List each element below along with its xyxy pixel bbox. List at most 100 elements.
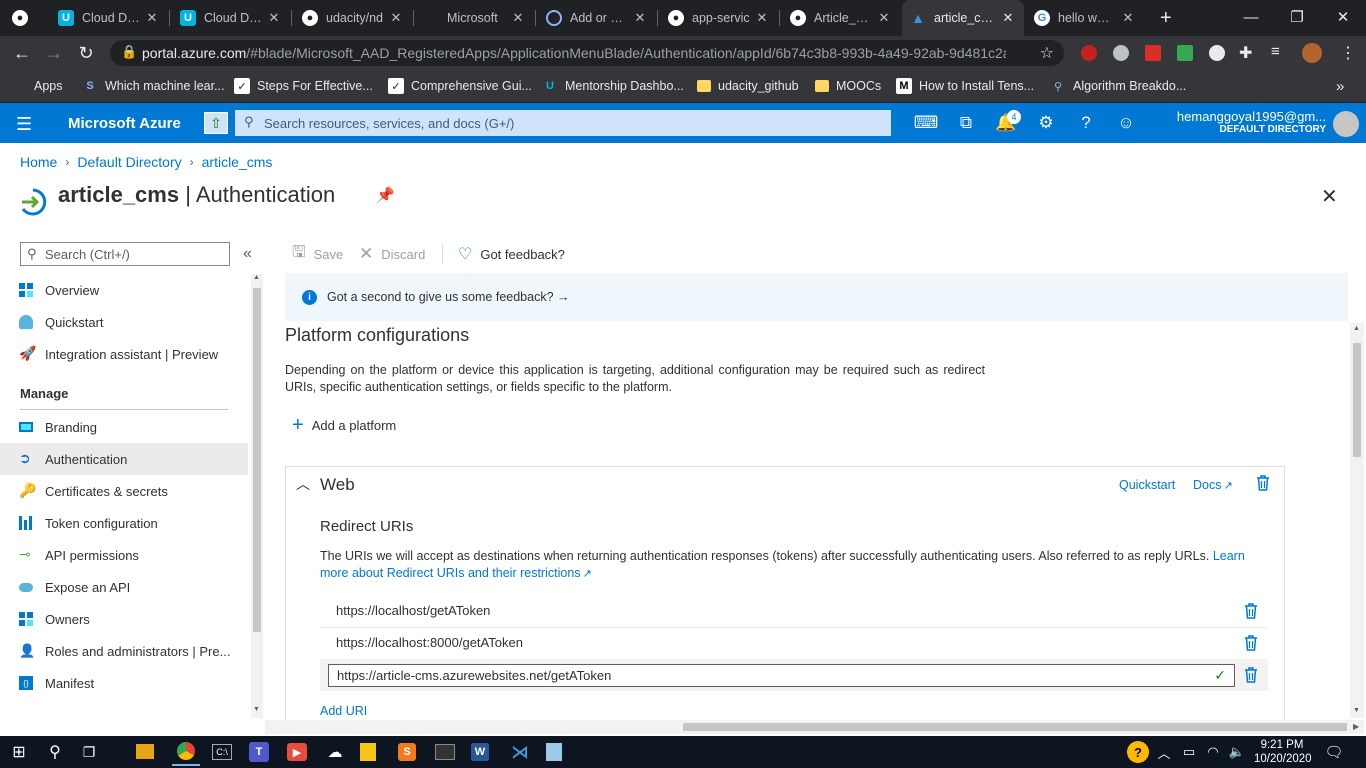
restore-icon[interactable]: ❐ [1274,0,1320,34]
vscode-icon[interactable]: ⋊ [508,740,532,764]
content-horizontal-scrollbar[interactable]: ▶ [265,720,1364,734]
nav-item-roles-administrators[interactable]: 👤 Roles and administrators | Pre... [0,635,248,667]
sublime-text-icon[interactable]: S [398,743,416,761]
tab-close-icon[interactable]: ✕ [388,10,404,26]
nav-item-branding[interactable]: Branding [0,411,248,443]
help-icon[interactable]: ? [1074,111,1098,135]
battery-icon[interactable]: ▭ [1177,740,1201,764]
scroll-down-arrow-icon[interactable]: ▼ [253,706,260,713]
hamburger-menu-icon[interactable]: ☰ [16,114,32,135]
pdf-extension-icon[interactable] [1145,45,1161,61]
back-arrow-icon[interactable]: ← [9,41,35,65]
sticky-notes-icon[interactable] [360,743,376,761]
reload-icon[interactable]: ↻ [73,41,99,65]
browser-tab-active[interactable]: ▲ article_cms ✕ [902,0,1024,36]
browser-tab[interactable]: Microsoft ✕ [416,0,534,36]
cloud-shell-icon[interactable]: ⌨ [914,111,939,135]
new-tab-plus-icon[interactable]: + [1152,0,1178,36]
nav-item-certificates[interactable]: 🔑 Certificates & secrets [0,475,248,507]
nav-item-token-configuration[interactable]: Token configuration [0,507,248,539]
profile-avatar[interactable] [1302,43,1322,63]
feedback-smile-icon[interactable]: ☺ [1114,111,1138,135]
nav-item-quickstart[interactable]: Quickstart [0,306,248,338]
browser-tab[interactable]: G hello world ✕ [1026,0,1144,36]
bookmark-folder[interactable]: MOOCs [815,76,881,96]
docs-link[interactable]: Docs ↗ [1193,478,1233,492]
save-button[interactable]: 🖫 Save [292,244,343,264]
nav-item-manifest[interactable]: {} Manifest [0,667,248,699]
bookmark-folder[interactable]: udacity_github [697,76,799,96]
file-explorer-icon[interactable] [136,744,154,759]
close-blade-icon[interactable]: ✕ [1321,184,1338,209]
chrome-menu-icon[interactable]: ⋮ [1340,43,1356,63]
app-icon[interactable]: ☁ [323,740,347,764]
redirect-uri-row[interactable]: https://localhost:8000/getAToken [336,635,523,650]
nav-item-expose-api[interactable]: Expose an API [0,571,248,603]
delete-uri-trash-icon[interactable] [1244,635,1258,651]
tab-close-icon[interactable]: ✕ [144,10,160,26]
feedback-banner[interactable]: i Got a second to give us some feedback?… [285,273,1348,321]
settings-gear-icon[interactable]: ⚙ [1034,111,1058,135]
quickstart-link[interactable]: Quickstart [1119,478,1175,492]
extension-block-icon[interactable] [1081,45,1097,61]
nav-item-api-permissions[interactable]: ⊸ API permissions [0,539,248,571]
help-tray-icon[interactable]: ? [1127,741,1149,763]
account-info[interactable]: hemanggoyal1995@gm... DEFAULT DIRECTORY [1177,109,1326,135]
content-vertical-scrollbar[interactable]: ▲ ▼ [1350,323,1364,718]
collapse-chevron-up-icon[interactable]: ︿ [296,474,310,494]
browser-tab[interactable]: ● udacity/nd ✕ [294,0,412,36]
tab-close-icon[interactable]: ✕ [754,10,770,26]
browser-tab[interactable]: Add or upd ✕ [538,0,656,36]
extension-check-icon[interactable] [1177,45,1193,61]
windows-start-icon[interactable]: ⊞ [7,740,31,764]
delete-uri-trash-icon[interactable] [1244,667,1258,683]
upgrade-icon[interactable]: ⇧ [204,112,228,134]
bookmark-item[interactable]: M How to Install Tens... [896,76,1034,96]
pin-icon[interactable]: 📌 [376,186,395,204]
bookmark-item[interactable]: ✓ Comprehensive Gui... [388,76,532,96]
bookmark-item[interactable]: ⚲ Algorithm Breakdo... [1050,76,1186,96]
tray-chevron-up-icon[interactable]: ︿ [1152,740,1176,764]
task-view-icon[interactable]: ❐ [77,740,101,764]
tab-close-icon[interactable]: ✕ [876,10,892,26]
delete-uri-trash-icon[interactable] [1244,603,1258,619]
tab-close-icon[interactable]: ✕ [1120,10,1136,26]
tab-close-icon[interactable]: ✕ [266,10,282,26]
scroll-down-arrow-icon[interactable]: ▼ [1353,707,1360,714]
add-platform-button[interactable]: + Add a platform [292,414,396,437]
command-prompt-icon[interactable]: C:\ [212,744,232,760]
chrome-menu-github-icon[interactable]: ● [4,0,30,36]
clock[interactable]: 9:21 PM 10/20/2020 [1254,738,1312,766]
extension-icon[interactable] [1113,45,1129,61]
sidebar-scroll-thumb[interactable] [253,288,261,632]
wifi-icon[interactable]: ◠ [1201,740,1225,764]
bookmark-item[interactable]: U Mentorship Dashbo... [542,76,684,96]
word-icon[interactable]: W [471,743,489,761]
breadcrumb-app[interactable]: article_cms [202,154,273,170]
azure-search-input[interactable]: ⚲ Search resources, services, and docs (… [235,110,891,136]
content-scroll-thumb[interactable] [1353,343,1361,457]
directory-filter-icon[interactable]: ⧉ [954,111,978,135]
delete-platform-trash-icon[interactable] [1256,475,1270,491]
notepad-icon[interactable] [546,743,562,761]
tab-close-icon[interactable]: ✕ [632,10,648,26]
redirect-uri-row[interactable]: https://localhost/getAToken [336,603,490,618]
azure-brand[interactable]: Microsoft Azure [68,115,181,132]
nav-item-integration-assistant[interactable]: 🚀 Integration assistant | Preview [0,338,248,370]
redirect-uri-input[interactable]: https://article-cms.azurewebsites.net/ge… [328,664,1235,687]
bookmark-item[interactable]: S Which machine lear... [82,76,224,96]
menu-search-input[interactable]: ⚲ Search (Ctrl+/) [20,242,230,266]
discard-button[interactable]: ✕ Discard [359,244,425,264]
scroll-up-arrow-icon[interactable]: ▲ [1353,325,1360,332]
address-bar[interactable]: 🔒 portal.azure.com/#blade/Microsoft_AAD_… [110,40,1064,66]
forward-arrow-icon[interactable]: → [41,41,67,65]
nav-item-authentication[interactable]: ➲ Authentication [0,443,248,475]
app-icon[interactable]: ▶ [287,743,307,761]
reading-list-icon[interactable]: ≡ [1271,43,1280,60]
extensions-puzzle-icon[interactable]: ✚ [1239,43,1252,63]
nav-item-overview[interactable]: Overview [0,274,248,306]
bookmark-apps[interactable]: Apps [13,76,63,96]
scroll-up-arrow-icon[interactable]: ▲ [253,274,260,281]
close-window-icon[interactable]: ✕ [1320,0,1366,34]
volume-icon[interactable]: 🔈 [1225,740,1249,764]
